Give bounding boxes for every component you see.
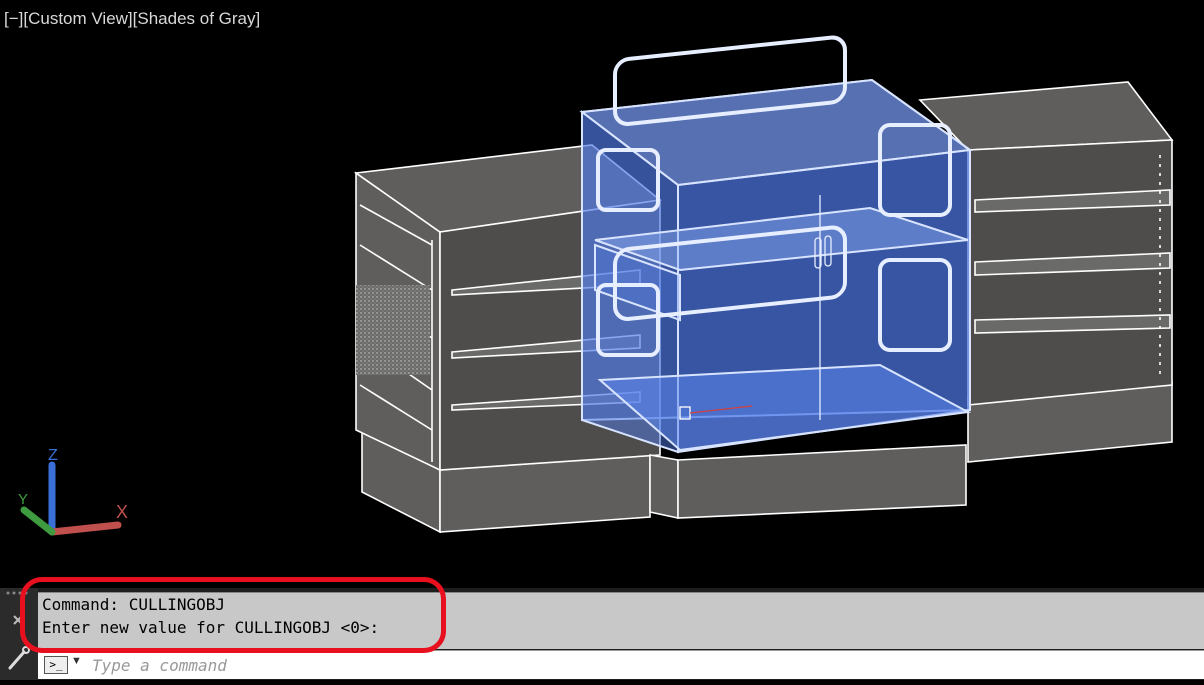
close-icon[interactable] (13, 615, 23, 625)
ucs-z-label: Z (48, 447, 58, 464)
viewport-minimize-button[interactable]: [−] (4, 9, 23, 28)
command-input[interactable] (90, 653, 1194, 677)
center-cabinet-base (649, 444, 967, 519)
command-line-panel: Command: CULLINGOBJ Enter new value for … (0, 588, 1204, 680)
selected-cabinet (579, 78, 973, 454)
command-prompt-icon[interactable]: >_ (44, 656, 68, 674)
ucs-icon: Z X Y (18, 447, 128, 536)
visual-style-control[interactable]: [Shades of Gray] (133, 9, 261, 28)
command-line-grip[interactable] (0, 588, 38, 680)
3d-model-scene: Z X Y (18, 35, 1174, 536)
wrench-icon[interactable] (8, 646, 30, 670)
model-viewport[interactable]: [−][Custom View][Shades of Gray] Z X Y (0, 0, 1204, 588)
command-input-row: >_ ▼ (38, 650, 1204, 679)
viewport-controls: [−][Custom View][Shades of Gray] (4, 9, 260, 29)
command-history: Command: CULLINGOBJ Enter new value for … (38, 592, 1204, 649)
ucs-x-label: X (116, 502, 128, 522)
command-history-line: Enter new value for CULLINGOBJ <0>: (42, 618, 380, 637)
panel-texture (356, 285, 430, 375)
dropdown-arrow-icon[interactable]: ▼ (71, 655, 82, 667)
ucs-y-label: Y (18, 491, 28, 508)
grip-dots-icon (6, 591, 28, 595)
command-history-line: Command: CULLINGOBJ (42, 595, 226, 614)
view-control[interactable]: [Custom View] (23, 9, 132, 28)
